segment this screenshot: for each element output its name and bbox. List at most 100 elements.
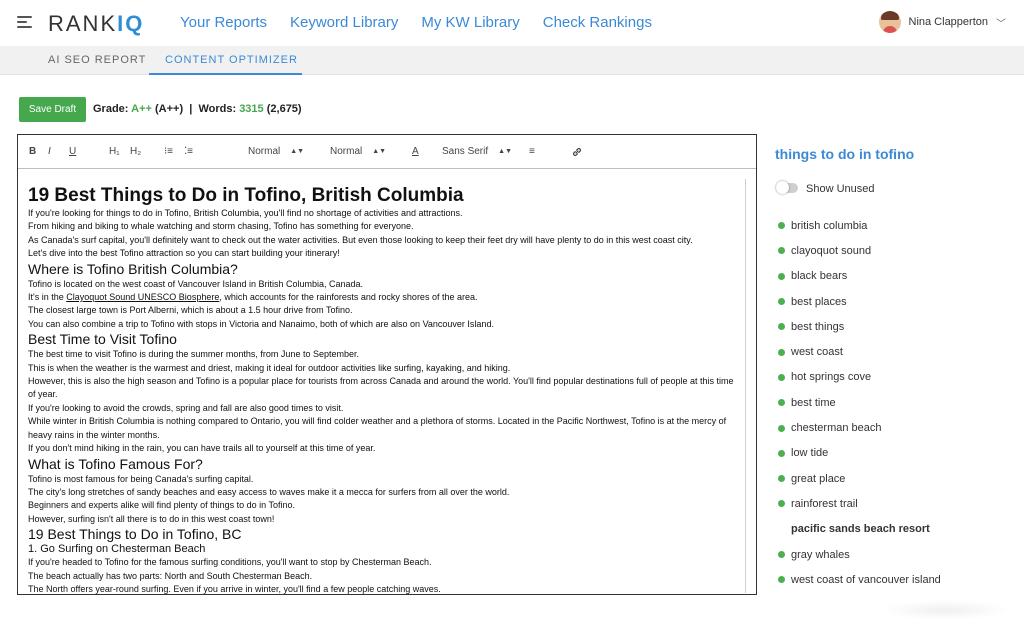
doc-heading: What is Tofino Famous For?	[28, 455, 203, 472]
words-value: 3315	[239, 103, 264, 115]
user-name: Nina Clapperton	[908, 16, 989, 28]
words-label: Words:	[198, 103, 237, 115]
paragraph: If you're headed to Tofino for the famou…	[28, 557, 432, 568]
keyword-item[interactable]: best time	[778, 390, 941, 415]
used-dot-icon	[778, 576, 785, 584]
keyword-item[interactable]: best places	[778, 289, 941, 314]
paragraph: As Canada's surf capital, you'll definit…	[28, 234, 693, 245]
link-glyph	[572, 147, 582, 157]
select-arrows-icon: ▲▼	[290, 148, 305, 155]
keyword-list: british columbia clayoquot sound black bea…	[778, 213, 941, 592]
biosphere-link[interactable]: Clayoquot Sound UNESCO Biosphere	[66, 292, 219, 302]
paragraph: This is when the weather is the warmest …	[28, 362, 511, 373]
text-color-icon[interactable]: A	[412, 146, 419, 157]
editor-toolbar: B I U H₁ H₂ ⁝≡ ⁚≡ Normal ▲▼ Normal ▲▼ A Sa…	[18, 135, 756, 169]
used-dot-icon	[778, 373, 785, 381]
nav-my-kw-library[interactable]: My KW Library	[421, 14, 519, 31]
words-target: (2,675)	[266, 103, 302, 115]
keyword-item[interactable]: rainforest trail	[778, 491, 941, 516]
grade-words-summary: Grade: A++ (A++) | Words: 3315 (2,675)	[93, 103, 302, 115]
keyword-item[interactable]: british columbia	[778, 213, 941, 238]
keyword-item[interactable]: west coast	[778, 339, 941, 364]
doc-title: 19 Best Things to Do in Tofino, British …	[28, 185, 464, 206]
keyword-label: west coast of vancouver island	[791, 573, 941, 586]
used-dot-icon	[778, 222, 785, 230]
used-dot-icon	[778, 500, 785, 508]
keyword-item[interactable]: gray whales	[778, 542, 941, 567]
paragraph: The closest large town is Port Alberni, …	[28, 305, 353, 316]
keyword-item[interactable]: west coast of vancouver island	[778, 567, 941, 592]
content-editor: B I U H₁ H₂ ⁝≡ ⁚≡ Normal ▲▼ Normal ▲▼ A Sa…	[17, 134, 757, 595]
heading-1-icon[interactable]: H₁	[109, 146, 120, 157]
keyword-label: best places	[791, 295, 847, 308]
used-dot-icon	[778, 475, 785, 483]
keyword-item[interactable]: hot springs cove	[778, 365, 941, 390]
hamburger-menu-icon[interactable]	[17, 16, 32, 28]
link-icon[interactable]	[571, 146, 583, 161]
paragraph: Beginners and experts alike will find pl…	[28, 500, 295, 511]
italic-icon[interactable]: I	[48, 146, 51, 157]
keyword-label: west coast	[791, 346, 843, 359]
doc-heading: Best Time to Visit Tofino	[28, 331, 177, 348]
paragraph: The city's long stretches of sandy beach…	[28, 486, 510, 497]
heading-2-icon[interactable]: H₂	[130, 146, 141, 157]
doc-heading: 19 Best Things to Do in Tofino, BC	[28, 526, 242, 543]
keyword-label: hot springs cove	[791, 371, 872, 384]
select-arrows-icon: ▲▼	[372, 148, 387, 155]
paragraph: However, this is also the high season an…	[28, 376, 734, 400]
tab-content-optimizer[interactable]: CONTENT OPTIMIZER	[165, 54, 298, 66]
keyword-label: gray whales	[791, 548, 850, 561]
show-unused-label: Show Unused	[806, 183, 875, 195]
nav-check-rankings[interactable]: Check Rankings	[543, 14, 652, 31]
paragraph: The North offers year-round surfing. Eve…	[28, 583, 441, 594]
tab-ai-seo-report[interactable]: AI SEO REPORT	[48, 54, 146, 66]
bullet-list-icon[interactable]: ⁚≡	[184, 146, 193, 157]
keyword-item[interactable]: great place	[778, 466, 941, 491]
save-draft-button[interactable]: Save Draft	[19, 97, 86, 122]
keyword-label: chesterman beach	[791, 422, 882, 435]
used-dot-icon	[778, 247, 785, 255]
paragraph: However, surfing isn't all there is to d…	[28, 513, 275, 524]
used-dot-icon	[778, 551, 785, 558]
keyword-item[interactable]: clayoquot sound	[778, 238, 941, 263]
paragraph: If you're looking to avoid the crowds, s…	[28, 402, 344, 413]
underline-icon[interactable]: U	[69, 146, 76, 157]
show-unused-toggle[interactable]	[776, 181, 798, 194]
keyword-label: best time	[791, 396, 836, 409]
top-navbar: RANKIQ Your Reports Keyword Library My K…	[0, 0, 1024, 46]
used-dot-icon	[778, 298, 785, 306]
keyword-item[interactable]: black bears	[778, 264, 941, 289]
select-arrows-icon: ▲▼	[498, 148, 512, 155]
paragraph: Tofino is located on the west coast of V…	[28, 278, 364, 289]
keyword-label: great place	[791, 472, 846, 485]
nav-keyword-library[interactable]: Keyword Library	[290, 14, 398, 31]
user-menu[interactable]: Nina Clapperton ﹀	[878, 11, 1006, 33]
avatar	[878, 11, 901, 33]
used-dot-icon	[778, 424, 785, 432]
ordered-list-icon[interactable]: ⁝≡	[164, 146, 173, 157]
stats-separator: |	[189, 103, 193, 115]
bold-icon[interactable]: B	[29, 146, 36, 157]
target-keyword-title: things to do in tofino	[775, 146, 915, 162]
doc-heading: Where is Tofino British Columbia?	[28, 260, 238, 277]
app-logo[interactable]: RANKIQ	[48, 11, 144, 37]
keyword-item[interactable]: pacific sands beach resort	[778, 517, 941, 542]
editor-scrollbar[interactable]	[745, 179, 746, 593]
align-icon[interactable]: ≡	[529, 146, 535, 157]
font-family-select[interactable]: Sans Serif ▲▼	[442, 146, 512, 157]
keyword-item[interactable]: low tide	[778, 441, 941, 466]
keyword-item[interactable]: chesterman beach	[778, 415, 941, 440]
grade-target: (A++)	[154, 103, 184, 115]
doc-subheading: 1. Go Surfing on Chesterman Beach	[28, 543, 206, 556]
font-size-select[interactable]: Normal ▲▼	[330, 146, 386, 157]
nav-your-reports[interactable]: Your Reports	[180, 14, 267, 31]
active-tab-indicator	[149, 73, 302, 75]
keyword-label: low tide	[791, 447, 829, 460]
editor-document[interactable]: 19 Best Things to Do in Tofino, British …	[28, 185, 743, 595]
paragraph: You can also combine a trip to Tofino wi…	[28, 318, 494, 329]
paragraph: Tofino is most famous for being Canada's…	[28, 473, 254, 484]
keyword-item[interactable]: best things	[778, 314, 941, 339]
keyword-label: best things	[791, 320, 845, 333]
paragraph: It's in the Clayoquot Sound UNESCO Biosp…	[28, 292, 478, 303]
heading-size-select[interactable]: Normal ▲▼	[248, 146, 304, 157]
